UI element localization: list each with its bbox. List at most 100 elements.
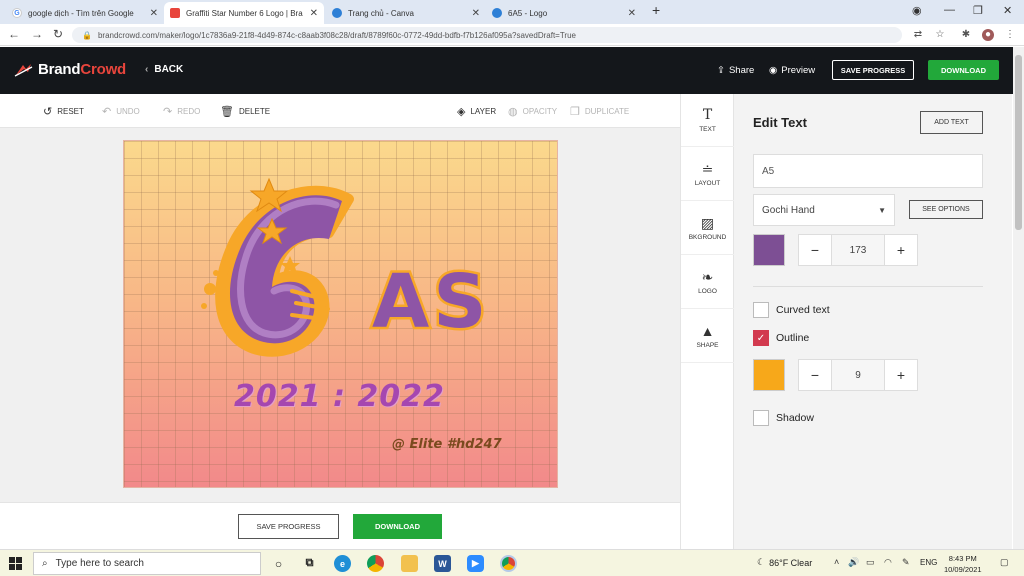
shadow-label: Shadow	[776, 412, 814, 424]
reset-button[interactable]: ↺ RESET	[43, 105, 84, 118]
browser-tab-brandcrowd[interactable]: Graffiti Star Number 6 Logo | Bra ✕	[164, 2, 324, 24]
weather-widget[interactable]: ☾ 86°F Clear	[757, 557, 812, 568]
edge-icon[interactable]: e	[334, 555, 351, 572]
logo-artboard[interactable]: AS 2021 : 2022 @ Elite #hd247	[123, 140, 558, 488]
translate-icon[interactable]: ⇄	[912, 29, 924, 41]
maximize-icon[interactable]: ❐	[973, 4, 983, 17]
profile-avatar[interactable]: ●	[982, 29, 994, 41]
rail-item-label: SHAPE	[696, 341, 719, 349]
rail-item-layout[interactable]: ≐ LAYOUT	[681, 148, 734, 201]
header-download-button[interactable]: DOWNLOAD	[928, 60, 999, 80]
file-explorer-icon[interactable]	[401, 555, 418, 572]
browser-tab-google[interactable]: G google dịch - Tìm trên Google ✕	[6, 2, 164, 24]
font-select[interactable]: Gochi Hand ▼	[753, 194, 895, 226]
windows-start-icon[interactable]	[9, 557, 22, 570]
panel-title: Edit Text	[753, 115, 807, 130]
moon-icon: ☾	[757, 557, 766, 567]
extensions-icon[interactable]: ✱	[960, 29, 972, 41]
taskbar-search-box[interactable]: ⌕ Type here to search	[33, 552, 261, 575]
battery-icon[interactable]: ▭	[866, 557, 875, 568]
brandcrowd-logo[interactable]: BrandCrowd	[14, 61, 126, 78]
undo-button[interactable]: ↶ UNDO	[102, 105, 140, 118]
notification-icon[interactable]: ▢	[1000, 557, 1009, 568]
forward-arrow-icon[interactable]: →	[31, 27, 43, 41]
opacity-button[interactable]: ◍ OPACITY	[508, 105, 557, 118]
system-clock[interactable]: 8:43 PM 10/09/2021	[944, 553, 982, 575]
url-field[interactable]: 🔒 brandcrowd.com/maker/logo/1c7836a9-21f…	[72, 27, 902, 43]
increase-size-button[interactable]: +	[885, 235, 917, 265]
tray-chevron-icon[interactable]: ˄	[834, 557, 839, 567]
brandcrowd-icon	[170, 8, 180, 18]
rail-item-logo[interactable]: ❧ LOGO	[681, 256, 734, 309]
cortana-icon[interactable]: ○	[270, 555, 287, 572]
windows-taskbar: ⌕ Type here to search ○ ⧉ e W ▶ ☾ 86°F C…	[0, 549, 1024, 576]
url-text: brandcrowd.com/maker/logo/1c7836a9-21f8-…	[97, 30, 576, 40]
minimize-icon[interactable]: —	[944, 4, 955, 16]
redo-button[interactable]: ↷ REDO	[163, 105, 200, 118]
scrollbar-thumb[interactable]	[1015, 55, 1022, 230]
font-size-value[interactable]: 173	[831, 235, 885, 265]
clock-date: 10/09/2021	[944, 565, 982, 574]
browser-tab-canva-logo[interactable]: 6A5 - Logo ✕	[486, 2, 642, 24]
bookmark-star-icon[interactable]: ☆	[934, 29, 946, 41]
volume-icon[interactable]: 🔊	[848, 557, 859, 568]
chrome-profile-icon[interactable]	[500, 555, 517, 572]
header-save-progress-button[interactable]: SAVE PROGRESS	[832, 60, 914, 80]
tab-search-icon[interactable]: ◉	[912, 4, 922, 17]
share-button[interactable]: ⇪ Share	[717, 65, 754, 76]
rail-item-shape[interactable]: ▲ SHAPE	[681, 310, 734, 363]
outline-checkbox[interactable]: ✓	[753, 330, 769, 346]
tool-rail: T TEXT ≐ LAYOUT ▨ BKGROUND ❧ LOGO ▲ SHAP…	[680, 94, 734, 549]
year-text[interactable]: 2021 : 2022	[234, 379, 445, 414]
close-tab-icon[interactable]: ✕	[310, 8, 318, 19]
close-tab-icon[interactable]: ✕	[150, 8, 158, 19]
zoom-icon[interactable]: ▶	[467, 555, 484, 572]
text-content-input[interactable]	[753, 154, 983, 188]
close-tab-icon[interactable]: ✕	[472, 8, 480, 19]
language-indicator[interactable]: ENG	[920, 558, 937, 567]
save-progress-button[interactable]: SAVE PROGRESS	[238, 514, 339, 539]
outline-size-value[interactable]: 9	[831, 360, 885, 390]
download-button[interactable]: DOWNLOAD	[353, 514, 442, 539]
tab-title: Graffiti Star Number 6 Logo | Bra	[186, 8, 303, 18]
increase-outline-button[interactable]: +	[885, 360, 917, 390]
task-view-icon[interactable]: ⧉	[301, 555, 318, 572]
layers-icon: ◈	[457, 106, 466, 118]
rail-item-label: LAYOUT	[694, 179, 721, 187]
back-button[interactable]: ‹ BACK	[145, 64, 183, 75]
close-tab-icon[interactable]: ✕	[628, 8, 636, 19]
wifi-icon[interactable]: ◠	[884, 557, 892, 568]
main-logo-text[interactable]: AS	[370, 257, 491, 348]
page-scrollbar[interactable]	[1013, 47, 1024, 549]
rail-item-label: TEXT	[699, 125, 716, 133]
outline-color-swatch[interactable]	[753, 359, 785, 391]
preview-button[interactable]: ◉ Preview	[769, 65, 815, 76]
word-icon[interactable]: W	[434, 555, 451, 572]
reload-icon[interactable]: ↻	[53, 27, 63, 41]
background-icon: ▨	[700, 214, 715, 231]
add-text-button[interactable]: ADD TEXT	[920, 111, 983, 134]
browser-menu-icon[interactable]: ⋮	[1004, 29, 1016, 41]
logo-graphic[interactable]: AS	[124, 141, 558, 488]
pen-icon[interactable]: ✎	[902, 557, 910, 568]
back-arrow-icon[interactable]: ←	[8, 27, 20, 41]
curved-text-checkbox[interactable]	[753, 302, 769, 318]
text-color-swatch[interactable]	[753, 234, 785, 266]
signature-text[interactable]: @ Elite #hd247	[392, 437, 502, 452]
tab-title: 6A5 - Logo	[508, 8, 548, 18]
close-window-icon[interactable]: ✕	[1003, 4, 1012, 17]
browser-tab-canva-home[interactable]: Trang chủ - Canva ✕	[326, 2, 486, 24]
shadow-checkbox[interactable]	[753, 410, 769, 426]
rail-item-text[interactable]: T TEXT	[681, 94, 734, 147]
chrome-icon[interactable]	[367, 555, 384, 572]
number-six-shape[interactable]	[201, 185, 354, 357]
duplicate-button[interactable]: ❐ DUPLICATE	[570, 105, 629, 118]
decrease-size-button[interactable]: −	[799, 235, 831, 265]
see-options-button[interactable]: SEE OPTIONS	[909, 200, 983, 219]
delete-button[interactable]: 🗑 DELETE	[220, 105, 270, 118]
layer-button[interactable]: ◈ LAYER	[457, 105, 496, 118]
brandcrowd-mark-icon	[14, 63, 33, 77]
rail-item-background[interactable]: ▨ BKGROUND	[681, 202, 734, 255]
decrease-outline-button[interactable]: −	[799, 360, 831, 390]
new-tab-button[interactable]: +	[652, 2, 660, 18]
